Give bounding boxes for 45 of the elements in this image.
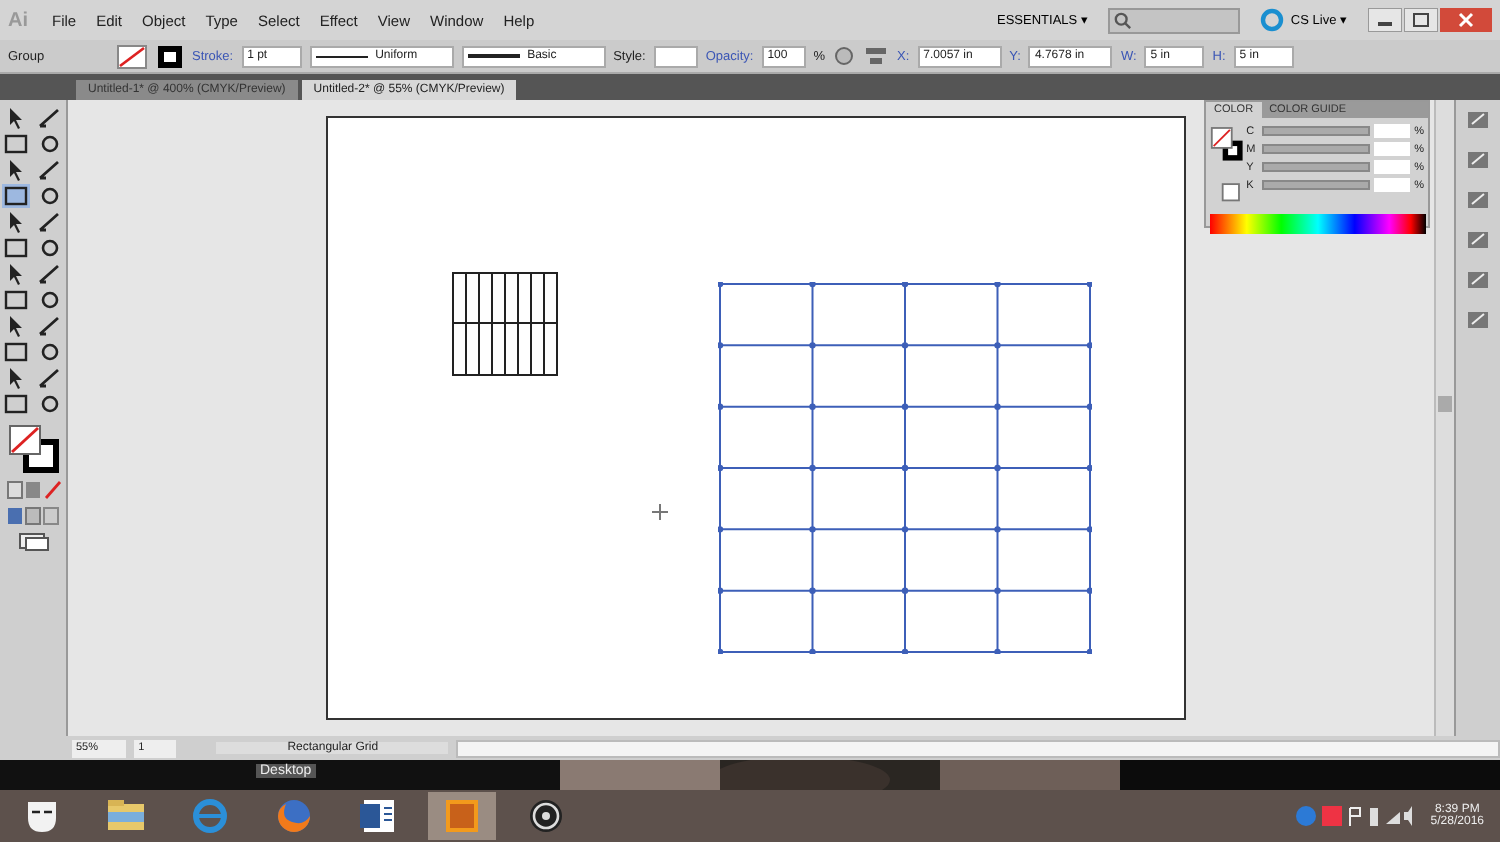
tool-icon[interactable] [36, 340, 64, 364]
tool-icon[interactable] [2, 184, 30, 208]
tool-icon[interactable] [36, 236, 64, 260]
search-icon [1114, 11, 1133, 29]
tool-icon[interactable] [36, 366, 64, 390]
dock-icon[interactable] [1464, 148, 1492, 172]
horizontal-scrollbar[interactable] [456, 739, 1500, 757]
dock-icon[interactable] [1464, 228, 1492, 252]
rectangular-grid-drawing[interactable] [718, 282, 1092, 654]
color-spectrum[interactable] [1210, 214, 1426, 234]
dock-icon[interactable] [1464, 108, 1492, 132]
crosshair-cursor-icon [652, 504, 668, 520]
close-button[interactable] [1440, 8, 1492, 32]
tool-icon[interactable] [2, 340, 30, 364]
stroke-swatch[interactable] [156, 43, 184, 69]
tool-icon[interactable] [36, 158, 64, 182]
dock-icon[interactable] [1464, 188, 1492, 212]
system-tray-icons[interactable] [1294, 802, 1415, 830]
recolor-icon[interactable] [832, 44, 857, 68]
tool-icon[interactable] [36, 314, 64, 338]
tool-icon[interactable] [2, 288, 30, 312]
tool-icon[interactable] [36, 184, 64, 208]
vertical-scrollbar[interactable] [1434, 100, 1454, 736]
maximize-button[interactable] [1404, 8, 1438, 32]
minimize-button[interactable] [1368, 8, 1402, 32]
tool-icon[interactable] [36, 392, 64, 416]
tool-icon[interactable] [36, 132, 64, 156]
color-mode-icons[interactable] [5, 480, 61, 500]
dock-icon[interactable] [1464, 268, 1492, 292]
fill-stroke-swatches[interactable] [5, 422, 61, 474]
search-field[interactable] [1108, 7, 1241, 33]
line-grid-drawing[interactable] [452, 272, 558, 376]
tool-icon[interactable] [36, 262, 64, 286]
tool-icon[interactable] [36, 288, 64, 312]
tool-icon[interactable] [2, 236, 30, 260]
fill-swatch[interactable] [116, 43, 148, 69]
tool-icon[interactable] [2, 132, 30, 156]
tool-icon[interactable] [36, 210, 64, 234]
screen-mode-icon[interactable] [17, 532, 49, 552]
draw-mode-icons[interactable] [5, 506, 61, 526]
dock-icon[interactable] [1464, 308, 1492, 332]
app-logo: Ai [8, 9, 28, 31]
tool-icon[interactable] [36, 106, 64, 130]
tool-icon[interactable] [2, 392, 30, 416]
align-icon[interactable] [864, 44, 889, 68]
